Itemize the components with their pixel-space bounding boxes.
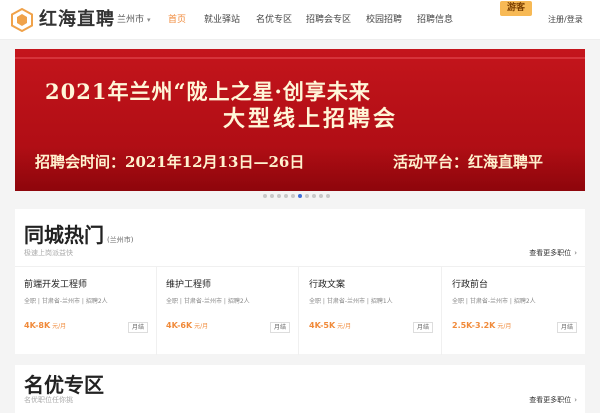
job-tag: 月结 [412,322,433,333]
more-jobs-link[interactable]: 查看更多职位 › [529,396,577,405]
job-card[interactable]: 前端开发工程师 全职 | 甘肃省-兰州市 | 招聘2人 4K-8K 元/月 月结 [15,267,157,355]
section-title-text: 同城热门 [24,223,104,247]
job-salary: 2.5K-3.2K 元/月 [452,321,511,332]
carousel-dot[interactable] [326,194,330,198]
top-header: 红海直聘 兰州市 ▾ 首页 就业驿站 名优专区 招聘会专区 校园招聘 招聘信息 游… [0,0,600,40]
section-subtitle: 极速上岗派益快 [24,249,73,257]
logo-icon[interactable] [10,8,34,32]
city-selector[interactable]: 兰州市 ▾ [117,14,151,26]
nav-campus[interactable]: 校园招聘 [366,14,402,26]
job-salary: 4K-5K 元/月 [309,321,351,332]
job-card[interactable]: 维护工程师 全职 | 甘肃省-兰州市 | 招聘2人 4K-6K 元/月 月结 [157,267,299,355]
banner-headline: 2021年兰州“陇上之星·创享未来 [45,79,371,104]
job-meta: 全职 | 甘肃省-兰州市 | 招聘2人 [452,298,536,305]
login-register-link[interactable]: 注册/登录 [548,14,583,26]
job-title: 行政文案 [309,280,346,290]
guest-badge: 游客 [500,1,532,16]
job-salary: 4K-6K 元/月 [166,321,208,332]
salary-unit: 元/月 [337,323,352,330]
city-label: 兰州市 [117,15,145,25]
section-city: (兰州市) [107,236,134,244]
section-title: 同城热门 (兰州市) [24,223,133,252]
hot-jobs-section: 同城热门 (兰州市) 极速上岗派益快 查看更多职位 › 前端开发工程师 全职 | 甘… [15,209,585,355]
banner-subheadline: 大型线上招聘会 [223,106,399,132]
carousel-dot[interactable] [263,194,267,198]
carousel-dot[interactable] [270,194,274,198]
nav-employment-station[interactable]: 就业驿站 [204,14,240,26]
salary-unit: 元/月 [52,323,67,330]
job-card[interactable]: 行政文案 全职 | 甘肃省-兰州市 | 招聘1人 4K-5K 元/月 月结 [300,267,442,355]
chevron-down-icon: ▾ [147,16,151,24]
banner-stripe [15,57,585,59]
nav-famous-zone[interactable]: 名优专区 [256,14,292,26]
job-list: 前端开发工程师 全职 | 甘肃省-兰州市 | 招聘2人 4K-8K 元/月 月结 … [15,266,585,355]
carousel-indicators [263,194,330,199]
job-card[interactable]: 行政前台 全职 | 甘肃省-兰州市 | 招聘2人 2.5K-3.2K 元/月 月结 [443,267,585,355]
banner-time: 招聘会时间：2021年12月13日—26日 [35,153,305,171]
carousel-dot[interactable] [312,194,316,198]
carousel-dot[interactable] [305,194,309,198]
carousel-dot-active[interactable] [298,194,302,198]
section-title: 名优专区 [24,373,104,397]
job-tag: 月结 [127,322,148,333]
salary-value: 2.5K-3.2K [452,321,496,330]
carousel-dot[interactable] [291,194,295,198]
salary-value: 4K-6K [166,321,193,330]
salary-value: 4K-5K [309,321,336,330]
carousel-dot[interactable] [319,194,323,198]
more-jobs-label: 查看更多职位 [529,396,572,404]
job-title: 行政前台 [452,280,489,290]
salary-unit: 元/月 [497,323,512,330]
more-jobs-link[interactable]: 查看更多职位 › [529,249,577,258]
job-title: 前端开发工程师 [24,280,88,290]
job-title: 维护工程师 [166,280,212,290]
famous-zone-section: 名优专区 名优职位任你挑 查看更多职位 › [15,365,585,413]
brand-name[interactable]: 红海直聘 [39,8,115,32]
chevron-right-icon: › [574,396,577,404]
section-subtitle: 名优职位任你挑 [24,396,73,404]
nav-job-fair[interactable]: 招聘会专区 [306,14,351,26]
carousel-dot[interactable] [277,194,281,198]
carousel-dot[interactable] [284,194,288,198]
nav-home[interactable]: 首页 [168,14,186,26]
chevron-right-icon: › [574,249,577,257]
job-meta: 全职 | 甘肃省-兰州市 | 招聘2人 [24,298,108,305]
banner-platform: 活动平台：红海直聘平 [393,153,544,171]
job-tag: 月结 [556,322,577,333]
salary-value: 4K-8K [24,321,51,330]
job-meta: 全职 | 甘肃省-兰州市 | 招聘2人 [166,298,250,305]
job-meta: 全职 | 甘肃省-兰州市 | 招聘1人 [309,298,393,305]
salary-unit: 元/月 [194,323,209,330]
job-tag: 月结 [269,322,290,333]
more-jobs-label: 查看更多职位 [529,249,572,257]
job-salary: 4K-8K 元/月 [24,321,66,332]
nav-job-info[interactable]: 招聘信息 [417,14,453,26]
